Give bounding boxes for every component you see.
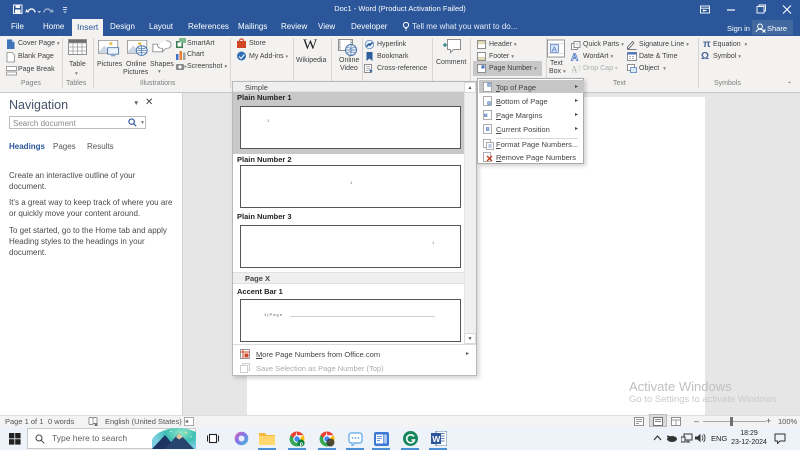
svg-text:A: A [571,53,578,62]
svg-text:W: W [432,434,441,444]
svg-text:A: A [571,65,578,74]
